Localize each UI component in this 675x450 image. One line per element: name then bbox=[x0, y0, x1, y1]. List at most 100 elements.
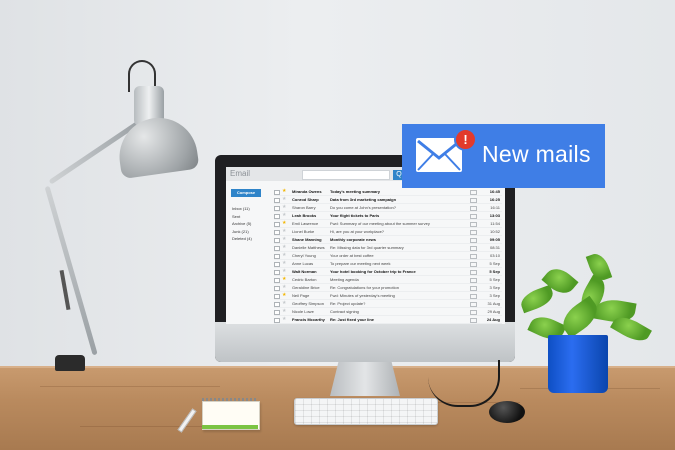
monitor-stand bbox=[330, 362, 400, 396]
message-icon bbox=[470, 198, 477, 203]
mouse-cable bbox=[428, 360, 500, 407]
star-icon[interactable]: ★ bbox=[282, 212, 286, 219]
select-checkbox[interactable] bbox=[274, 197, 280, 203]
mail-row[interactable]: ★ Sharon Barry Do you come at John's prese… bbox=[274, 204, 502, 212]
star-icon[interactable]: ★ bbox=[282, 228, 286, 235]
mail-row[interactable]: ★ Geraldine Brice Re: Congratulations for … bbox=[274, 284, 502, 292]
select-checkbox[interactable] bbox=[274, 189, 280, 195]
email-client-screen: Email Q Compose Inbox (11) Sent Archive … bbox=[226, 167, 505, 324]
star-icon[interactable]: ★ bbox=[282, 220, 286, 227]
select-checkbox[interactable] bbox=[274, 229, 280, 235]
mail-row[interactable]: ★ Cedric Barton Meeting agenda 5 Sep bbox=[274, 276, 502, 284]
message-icon bbox=[470, 190, 477, 195]
mail-sender: Francis Mccarthy bbox=[292, 317, 325, 322]
mail-row[interactable]: ★ Danielle Matthews Re: Missing data for 3… bbox=[274, 244, 502, 252]
mail-row[interactable]: ★ Geoffrey Simpson Re: Project update? 31 A… bbox=[274, 300, 502, 308]
mail-row[interactable]: ★ Conrod Sharp Data from 3rd marketing cam… bbox=[274, 196, 502, 204]
mail-sender: Sharon Barry bbox=[292, 205, 316, 210]
message-icon bbox=[470, 214, 477, 219]
mail-row[interactable]: ★ Shane Manning Monthly corporate news 09:0… bbox=[274, 236, 502, 244]
folder-sent[interactable]: Sent bbox=[232, 214, 252, 222]
select-checkbox[interactable] bbox=[274, 277, 280, 283]
mail-row[interactable]: ★ Nicole Lowe Contract signing 29 Aug bbox=[274, 308, 502, 316]
select-checkbox[interactable] bbox=[274, 269, 280, 275]
mail-sender: Geraldine Brice bbox=[292, 285, 320, 290]
mail-row[interactable]: ★ Miranda Owens Today's meeting summary 16:… bbox=[274, 188, 502, 196]
star-icon[interactable]: ★ bbox=[282, 204, 286, 211]
folder-inbox[interactable]: Inbox (11) bbox=[232, 206, 252, 214]
mail-row[interactable]: ★ Leah Brooks Your flight tickets to Paris… bbox=[274, 212, 502, 220]
mail-date: 5 Sep bbox=[489, 269, 500, 274]
mail-sender: Shane Manning bbox=[292, 237, 322, 242]
star-icon[interactable]: ★ bbox=[282, 300, 286, 307]
select-checkbox[interactable] bbox=[274, 293, 280, 299]
star-icon[interactable]: ★ bbox=[282, 276, 286, 283]
select-checkbox[interactable] bbox=[274, 213, 280, 219]
mail-row[interactable]: ★ Francis Mccarthy Re: Just fixed your lin… bbox=[274, 316, 502, 324]
select-checkbox[interactable] bbox=[274, 245, 280, 251]
monitor-chin bbox=[215, 322, 515, 362]
mail-row[interactable]: ★ Neil Page Fwd: Minutes of yesterday's me… bbox=[274, 292, 502, 300]
select-checkbox[interactable] bbox=[274, 317, 280, 323]
select-checkbox[interactable] bbox=[274, 205, 280, 211]
message-icon bbox=[470, 246, 477, 251]
star-icon[interactable]: ★ bbox=[282, 188, 286, 195]
mail-sender: Nicole Lowe bbox=[292, 309, 314, 314]
mail-subject: Your order at best coffee bbox=[330, 253, 374, 258]
message-icon bbox=[470, 254, 477, 259]
message-icon bbox=[470, 318, 477, 323]
mail-subject: Fwd: Minutes of yesterday's meeting bbox=[330, 293, 395, 298]
new-mails-notification[interactable]: ! New mails bbox=[402, 124, 605, 188]
message-icon bbox=[470, 302, 477, 307]
mail-date: 03:10 bbox=[489, 253, 500, 258]
notepad-spiral bbox=[202, 398, 258, 401]
select-checkbox[interactable] bbox=[274, 221, 280, 227]
message-icon bbox=[470, 310, 477, 315]
mail-row[interactable]: ★ Anne Lucas To prepare our meeting next w… bbox=[274, 260, 502, 268]
mail-sender: Geoffrey Simpson bbox=[292, 301, 324, 306]
folder-deleted[interactable]: Deleted (4) bbox=[232, 236, 252, 244]
message-icon bbox=[470, 286, 477, 291]
star-icon[interactable]: ★ bbox=[282, 284, 286, 291]
star-icon[interactable]: ★ bbox=[282, 260, 286, 267]
mail-row[interactable]: ★ Lionel Burke Hi, are you at your workpla… bbox=[274, 228, 502, 236]
mail-sender: Lionel Burke bbox=[292, 229, 315, 234]
select-checkbox[interactable] bbox=[274, 261, 280, 267]
alert-badge-icon: ! bbox=[454, 128, 477, 151]
mail-list: ★ Miranda Owens Today's meeting summary 16:… bbox=[274, 188, 502, 324]
search-icon: Q bbox=[396, 171, 402, 178]
select-checkbox[interactable] bbox=[274, 253, 280, 259]
message-icon bbox=[470, 278, 477, 283]
search-input[interactable] bbox=[302, 170, 390, 180]
message-icon bbox=[470, 230, 477, 235]
mail-date: 24 Aug bbox=[486, 317, 500, 322]
star-icon[interactable]: ★ bbox=[282, 308, 286, 315]
star-icon[interactable]: ★ bbox=[282, 268, 286, 275]
folder-junk[interactable]: Junk (21) bbox=[232, 229, 252, 237]
star-icon[interactable]: ★ bbox=[282, 196, 286, 203]
mail-date: 10:52 bbox=[489, 229, 500, 234]
mail-row[interactable]: ★ Cheryl Young Your order at best coffee 03… bbox=[274, 252, 502, 260]
mail-row[interactable]: ★ Emil Lawrence Fwd: Summary of our meetin… bbox=[274, 220, 502, 228]
select-checkbox[interactable] bbox=[274, 301, 280, 307]
star-icon[interactable]: ★ bbox=[282, 316, 286, 323]
mail-sender: Leah Brooks bbox=[292, 213, 317, 218]
star-icon[interactable]: ★ bbox=[282, 244, 286, 251]
select-checkbox[interactable] bbox=[274, 309, 280, 315]
mail-subject: Data from 3rd marketing campaign bbox=[330, 197, 397, 202]
select-checkbox[interactable] bbox=[274, 237, 280, 243]
message-icon bbox=[470, 294, 477, 299]
mail-subject: Re: Just fixed your line bbox=[330, 317, 375, 322]
star-icon[interactable]: ★ bbox=[282, 252, 286, 259]
folder-archive[interactable]: Archive (5) bbox=[232, 221, 252, 229]
star-icon[interactable]: ★ bbox=[282, 292, 286, 299]
star-icon[interactable]: ★ bbox=[282, 236, 286, 243]
mail-date: 16:11 bbox=[490, 205, 500, 210]
mail-subject: Hi, are you at your workplace? bbox=[330, 229, 385, 234]
compose-button[interactable]: Compose bbox=[231, 189, 261, 197]
mail-subject: Your hotel booking for October trip to F… bbox=[330, 269, 416, 274]
mail-date: 16:45 bbox=[489, 189, 500, 194]
mail-row[interactable]: ★ Walt Norman Your hotel booking for Octob… bbox=[274, 268, 502, 276]
mail-sender: Cheryl Young bbox=[292, 253, 316, 258]
select-checkbox[interactable] bbox=[274, 285, 280, 291]
